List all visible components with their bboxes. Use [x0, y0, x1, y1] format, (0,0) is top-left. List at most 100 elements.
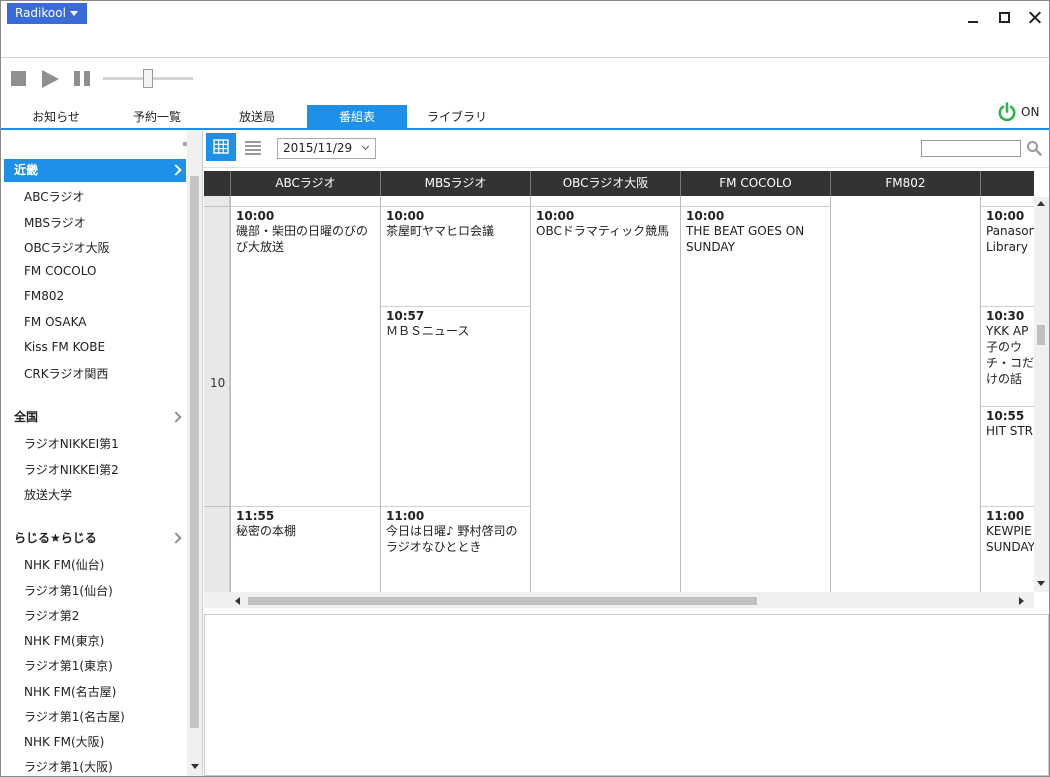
program-block[interactable]: [981, 196, 1034, 207]
sidebar-station[interactable]: 放送大学: [24, 486, 72, 503]
sidebar-station[interactable]: ラジオ第1(大阪): [24, 758, 113, 775]
program-block[interactable]: [381, 196, 530, 207]
program-block[interactable]: 11:55 秘密の本棚: [231, 507, 380, 592]
time-column: 10: [204, 196, 230, 592]
program-block[interactable]: [231, 196, 380, 207]
station-column-fm-osaka: 10:00 Panasonic Library 10:30 YKK AP 子のウ…: [980, 196, 1034, 592]
grid-vertical-scrollbar[interactable]: [1034, 197, 1049, 592]
sidebar-station[interactable]: OBCラジオ大阪: [24, 239, 110, 256]
tab-reservations[interactable]: 予約一覧: [107, 105, 207, 129]
volume-slider-thumb[interactable]: [143, 69, 153, 88]
grid-icon: [213, 139, 229, 154]
sidebar-station[interactable]: NHK FM(東京): [24, 632, 104, 649]
chevron-down-icon: [361, 142, 370, 151]
program-title: 秘密の本棚: [236, 524, 297, 538]
program-time: 10:30: [986, 309, 1025, 323]
program-time: 11:55: [236, 509, 275, 523]
list-view-button[interactable]: [239, 133, 267, 161]
sidebar-station[interactable]: NHK FM(大阪): [24, 733, 104, 750]
program-time: 10:00: [986, 209, 1025, 223]
program-block[interactable]: 10:30 YKK AP 子のウチ・コだけの話: [981, 307, 1034, 407]
sidebar-group-label: 近畿: [14, 163, 39, 177]
program-block[interactable]: 10:00 OBCドラマティック競馬: [531, 207, 680, 592]
station-sidebar: 近畿 ABCラジオ MBSラジオ OBCラジオ大阪 FM COCOLO FM80…: [1, 130, 203, 776]
scroll-left-icon[interactable]: [235, 597, 240, 605]
sidebar-group-radiru[interactable]: らじる★らじる: [4, 527, 186, 550]
date-dropdown[interactable]: 2015/11/29: [277, 138, 376, 159]
program-time: 10:00: [536, 209, 575, 223]
scroll-up-icon[interactable]: [1037, 201, 1045, 206]
app-window: Radikool お知らせ 予約一覧 放送局 番組表 ライブラリ ON 近畿 A…: [0, 0, 1050, 777]
program-time: 11:00: [386, 509, 425, 523]
sidebar-station[interactable]: ラジオNIKKEI第2: [24, 461, 119, 478]
sidebar-station[interactable]: ラジオ第2: [24, 607, 79, 624]
close-button[interactable]: [1023, 6, 1047, 28]
power-status-label: ON: [1021, 105, 1040, 119]
sidebar-station[interactable]: CRKラジオ関西: [24, 365, 108, 382]
sidebar-station[interactable]: Kiss FM KOBE: [24, 340, 105, 354]
tab-program-guide[interactable]: 番組表: [307, 105, 407, 129]
tab-library[interactable]: ライブラリ: [407, 105, 507, 129]
sidebar-station[interactable]: NHK FM(仙台): [24, 556, 104, 573]
program-time: 10:00: [386, 209, 425, 223]
program-block[interactable]: 10:00 茶屋町ヤマヒロ会議: [381, 207, 530, 307]
app-menu-label: Radikool: [15, 6, 66, 20]
program-block[interactable]: 10:55 HIT STR: [981, 407, 1034, 507]
program-block[interactable]: 10:00 Panasonic Library: [981, 207, 1034, 307]
scroll-right-icon[interactable]: [1019, 597, 1024, 605]
sidebar-station[interactable]: FM COCOLO: [24, 264, 96, 278]
column-header-fm-cocolo[interactable]: FM COCOLO: [680, 171, 830, 196]
sidebar-station[interactable]: ラジオNIKKEI第1: [24, 435, 119, 452]
column-header-obc[interactable]: OBCラジオ大阪: [530, 171, 680, 196]
sidebar-group-national[interactable]: 全国: [4, 406, 186, 429]
program-block[interactable]: 10:57 ＭＢＳニュース: [381, 307, 530, 507]
grid-horizontal-scrollbar-thumb[interactable]: [248, 597, 757, 605]
close-icon: [1029, 11, 1041, 23]
chevron-right-icon: [170, 164, 182, 176]
sidebar-station[interactable]: ラジオ第1(東京): [24, 657, 113, 674]
program-title: ＭＢＳニュース: [386, 324, 470, 338]
column-header-fm802[interactable]: FM802: [830, 171, 980, 196]
sidebar-station[interactable]: MBSラジオ: [24, 214, 86, 231]
sidebar-station[interactable]: NHK FM(名古屋): [24, 683, 116, 700]
column-header-mbs[interactable]: MBSラジオ: [380, 171, 530, 196]
program-title: Panasonic Library: [986, 224, 1034, 254]
program-block[interactable]: 10:00 磯部・柴田の日曜のびのび大放送: [231, 207, 380, 507]
maximize-icon: [998, 11, 1010, 23]
column-header-fm-osaka[interactable]: F: [980, 171, 1034, 196]
power-icon[interactable]: [997, 102, 1017, 122]
sidebar-scrollbar-thumb[interactable]: [190, 176, 199, 728]
program-block[interactable]: [531, 196, 680, 207]
program-block[interactable]: 10:00 THE BEAT GOES ON SUNDAY: [681, 207, 830, 592]
tab-stations[interactable]: 放送局: [207, 105, 307, 129]
scroll-down-icon[interactable]: [1037, 581, 1045, 586]
grid-vertical-scrollbar-thumb[interactable]: [1037, 325, 1045, 345]
sidebar-station[interactable]: FM802: [24, 289, 64, 303]
hour-divider: [204, 206, 230, 207]
stop-button[interactable]: [11, 71, 26, 86]
station-column-mbs: 10:00 茶屋町ヤマヒロ会議 10:57 ＭＢＳニュース 11:00 今日は日…: [380, 196, 530, 592]
sidebar-station[interactable]: ABCラジオ: [24, 188, 84, 205]
program-block[interactable]: 11:00 KEWPIE SUNDAY: [981, 507, 1034, 592]
maximize-button[interactable]: [992, 6, 1016, 28]
sidebar-station[interactable]: ラジオ第1(名古屋): [24, 708, 125, 725]
search-icon[interactable]: [1026, 140, 1042, 156]
grid-view-button[interactable]: [206, 133, 236, 161]
app-menu-button[interactable]: Radikool: [7, 3, 87, 24]
sidebar-group-kinki[interactable]: 近畿: [4, 159, 186, 182]
program-block[interactable]: 11:00 今日は日曜♪ 野村啓司のラジオなひととき: [381, 507, 530, 592]
search-input[interactable]: [921, 140, 1021, 157]
tab-notices[interactable]: お知らせ: [5, 105, 107, 129]
column-header-abc[interactable]: ABCラジオ: [230, 171, 380, 196]
station-column-obc: 10:00 OBCドラマティック競馬: [530, 196, 680, 592]
scroll-down-icon[interactable]: [191, 764, 199, 769]
sidebar-station[interactable]: FM OSAKA: [24, 315, 86, 329]
toolbar-divider: [203, 167, 1049, 168]
program-title: THE BEAT GOES ON SUNDAY: [686, 224, 805, 254]
pause-button[interactable]: [74, 71, 90, 86]
play-button[interactable]: [42, 70, 59, 88]
program-guide-grid: ABCラジオ MBSラジオ OBCラジオ大阪 FM COCOLO FM802 F…: [204, 171, 1034, 592]
minimize-button[interactable]: [961, 6, 985, 28]
sidebar-station[interactable]: ラジオ第1(仙台): [24, 582, 113, 599]
program-block[interactable]: [681, 196, 830, 207]
